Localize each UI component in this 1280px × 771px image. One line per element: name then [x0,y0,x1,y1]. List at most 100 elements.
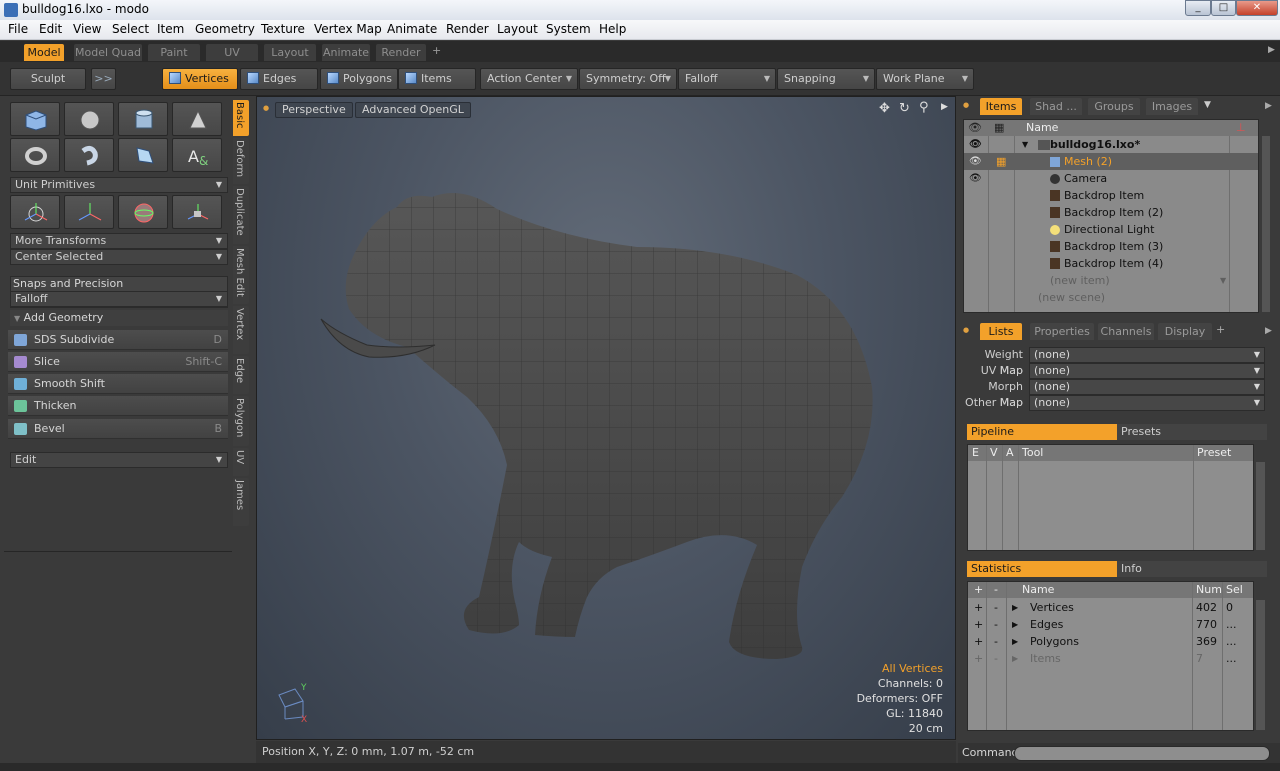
bulldog-mesh[interactable] [257,97,956,740]
pipeline-tab[interactable]: Pipeline [967,424,1117,440]
item-row-camera[interactable]: 👁 Camera [964,170,1258,187]
close-button[interactable]: ✕ [1236,0,1278,16]
tab-shader-tree[interactable]: Shad ... [1030,98,1082,115]
falloff-type-dropdown[interactable]: Falloff ▼ [10,291,228,307]
stat-minus-button[interactable]: - [994,650,998,667]
move-tool-button[interactable] [10,195,60,229]
eye-icon[interactable]: 👁 [969,153,982,170]
tab-lists[interactable]: Lists [980,323,1022,340]
item-row-scene[interactable]: 👁 ▼ bulldog16.lxo* [964,136,1258,153]
more-tools-button[interactable]: >> [91,68,116,90]
torus-primitive-button[interactable] [10,138,60,172]
stat-plus-button[interactable]: + [974,599,983,616]
vtab-deform[interactable]: Deform [233,138,249,184]
stat-minus-button[interactable]: - [994,633,998,650]
lock-icon[interactable]: ▦ [996,153,1006,170]
item-row-backdrop-4[interactable]: Backdrop Item (4) [964,255,1258,272]
statistics-scrollbar[interactable] [1256,600,1265,730]
expand-arrow-icon[interactable]: ▼ [1022,136,1028,153]
tab-render[interactable]: Render [376,44,426,61]
cylinder-primitive-button[interactable] [118,102,168,136]
vtab-mesh-edit[interactable]: Mesh Edit [233,246,249,304]
edges-mode-button[interactable]: Edges [240,68,318,90]
vertices-mode-button[interactable]: Vertices [162,68,238,90]
stat-row-items[interactable]: + - ▶ Items 7... [968,650,1253,667]
cube-primitive-button[interactable] [10,102,60,136]
pipeline-scrollbar[interactable] [1256,462,1265,550]
menu-vertex-map[interactable]: Vertex Map [314,22,382,36]
add-layout-button[interactable]: + [432,44,441,57]
eye-icon[interactable]: 👁 [969,170,982,187]
text-primitive-button[interactable]: A & [172,138,222,172]
expand-arrow-icon[interactable]: ▶ [1012,599,1018,616]
menu-animate[interactable]: Animate [387,22,437,36]
symmetry-dropdown[interactable]: Symmetry: Off ▼ [579,68,677,90]
command-input[interactable] [1014,746,1270,761]
stat-minus-button[interactable]: - [994,599,998,616]
tab-uv[interactable]: UV [206,44,258,61]
tab-animate[interactable]: Animate [322,44,370,61]
vtab-basic[interactable]: Basic [233,100,249,136]
panel-expand-icon[interactable]: ▶ [1265,101,1272,111]
cone-primitive-button[interactable] [172,102,222,136]
panel-expand-icon[interactable]: ▶ [1265,326,1272,336]
stat-plus-button[interactable]: + [974,616,983,633]
layout-scroll-right-icon[interactable]: ▶ [1268,45,1275,55]
menu-render[interactable]: Render [446,22,489,36]
add-tab-button[interactable]: + [1216,323,1225,336]
items-scrollbar[interactable] [1262,136,1270,312]
vtab-duplicate[interactable]: Duplicate [233,186,249,244]
tab-items[interactable]: Items [980,98,1022,115]
morph-map-dropdown[interactable]: (none) ▼ [1029,379,1265,395]
tab-layout[interactable]: Layout [264,44,316,61]
info-tab[interactable]: Info [1117,561,1267,577]
stat-plus-button[interactable]: + [974,633,983,650]
new-scene-row[interactable]: (new scene) [964,289,1258,306]
vtab-vertex[interactable]: Vertex [233,306,249,354]
item-row-backdrop-3[interactable]: Backdrop Item (3) [964,238,1258,255]
vtab-uv[interactable]: UV [233,448,249,476]
vtab-james[interactable]: James [233,478,249,526]
slice-button[interactable]: Slice Shift-C [8,352,228,372]
sphere-primitive-button[interactable] [64,102,114,136]
stat-row-polygons[interactable]: + - ▶ Polygons 369... [968,633,1253,650]
maximize-button[interactable]: □ [1211,0,1236,16]
menu-item[interactable]: Item [157,22,184,36]
items-mode-button[interactable]: Items [398,68,476,90]
thicken-button[interactable]: Thicken [8,396,228,416]
add-geometry-header[interactable]: ▼ Add Geometry [10,310,228,326]
weight-map-dropdown[interactable]: (none) ▼ [1029,347,1265,363]
presets-tab[interactable]: Presets [1117,424,1267,440]
polygons-mode-button[interactable]: Polygons [320,68,398,90]
minimize-button[interactable]: _ [1185,0,1211,16]
panel-menu-icon[interactable]: ● [963,326,969,334]
item-row-light[interactable]: Directional Light [964,221,1258,238]
tab-groups[interactable]: Groups [1088,98,1140,115]
new-item-row[interactable]: (new item) ▼ [964,272,1258,289]
sds-subdivide-button[interactable]: SDS Subdivide D [8,330,228,350]
tab-model[interactable]: Model [24,44,64,61]
uv-map-dropdown[interactable]: (none) ▼ [1029,363,1265,379]
pen-primitive-button[interactable] [118,138,168,172]
stat-row-vertices[interactable]: + - ▶ Vertices 402 0 [968,599,1253,616]
menu-edit[interactable]: Edit [39,22,62,36]
rotate-tool-button[interactable] [118,195,168,229]
tab-display[interactable]: Display [1158,323,1212,340]
statistics-tab[interactable]: Statistics [967,561,1117,577]
work-plane-dropdown[interactable]: Work Plane ▼ [876,68,974,90]
tab-images[interactable]: Images [1146,98,1198,115]
menu-system[interactable]: System [546,22,591,36]
expand-arrow-icon[interactable]: ▶ [1012,633,1018,650]
snapping-dropdown[interactable]: Snapping ▼ [777,68,875,90]
smooth-shift-button[interactable]: Smooth Shift [8,374,228,394]
edit-dropdown[interactable]: Edit ▼ [10,452,228,468]
menu-layout[interactable]: Layout [497,22,538,36]
more-tabs-icon[interactable]: ▼ [1204,100,1211,110]
center-selected-dropdown[interactable]: Center Selected ▼ [10,249,228,265]
panel-menu-icon[interactable]: ● [963,101,969,109]
transform-tool-button[interactable] [64,195,114,229]
tab-properties[interactable]: Properties [1030,323,1094,340]
item-row-backdrop[interactable]: Backdrop Item [964,187,1258,204]
bevel-button[interactable]: Bevel B [8,419,228,439]
scale-tool-button[interactable] [172,195,222,229]
